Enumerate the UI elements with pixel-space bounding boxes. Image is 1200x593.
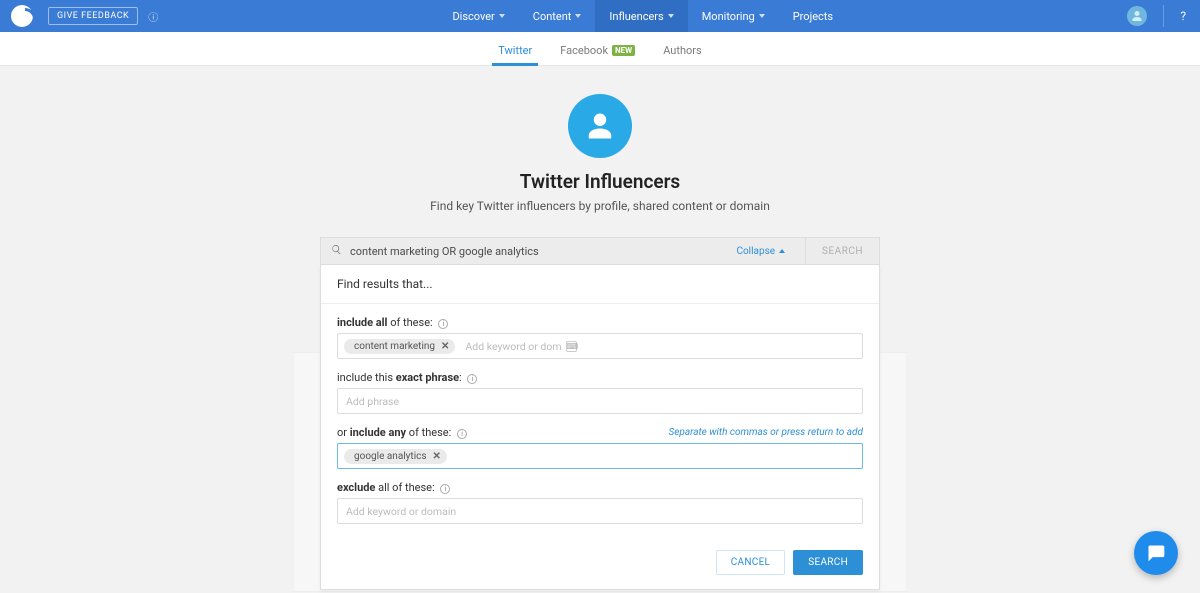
page-title: Twitter Influencers [0,170,1200,193]
keyboard-icon: ⌨ [566,341,577,352]
tag: content marketing✕ [344,339,455,354]
builder-heading: Find results that... [321,265,879,304]
search-icon [331,244,342,258]
nav-monitoring[interactable]: Monitoring [688,0,779,32]
hero-user-icon [568,94,632,158]
chevron-down-icon [759,14,765,18]
cancel-button[interactable]: CANCEL [716,550,786,575]
field-exclude: exclude all of these: i [337,481,863,524]
include-any-input[interactable]: google analytics✕ [337,443,863,469]
info-icon[interactable]: i [467,374,477,384]
include-all-label: include all of these: i [337,316,448,329]
remove-tag-icon[interactable]: ✕ [433,451,441,462]
include-any-hint: Separate with commas or press return to … [668,427,863,438]
give-feedback-button[interactable]: GIVE FEEDBACK [48,7,138,25]
topbar-right: ? [1127,5,1192,27]
chevron-down-icon [668,14,674,18]
info-icon[interactable]: i [457,429,467,439]
help-link[interactable]: ? [1180,9,1186,23]
search-button[interactable]: SEARCH [793,550,863,575]
include-any-label: or include any of these: i [337,426,467,439]
nav-content[interactable]: Content [519,0,596,32]
chat-icon [1146,543,1166,563]
collapse-toggle[interactable]: Collapse [736,246,795,257]
info-icon[interactable]: i [438,319,448,329]
subtab-authors[interactable]: Authors [649,44,716,65]
exact-phrase-label: include this exact phrase: i [337,371,477,384]
search-input-wrap[interactable]: content marketing OR google analytics Co… [321,238,805,264]
include-all-placeholder: Add keyword or dom ⌨ [461,340,576,353]
tag: google analytics✕ [344,449,447,464]
exclude-label: exclude all of these: i [337,481,450,494]
logo-icon[interactable] [6,0,38,32]
primary-nav: DiscoverContentInfluencersMonitoringProj… [438,0,847,32]
page-subtitle: Find key Twitter influencers by profile,… [0,199,1200,213]
divider [1163,5,1164,27]
remove-tag-icon[interactable]: ✕ [441,341,449,352]
search-query-display: content marketing OR google analytics [350,245,728,258]
topbar-left: GIVE FEEDBACK ⓘ [6,0,158,32]
nav-discover[interactable]: Discover [438,0,518,32]
field-exact-phrase: include this exact phrase: i [337,371,863,414]
user-avatar[interactable] [1127,6,1147,26]
builder-footer: CANCEL SEARCH [321,540,879,589]
info-icon[interactable]: i [440,484,450,494]
search-button-top[interactable]: SEARCH [805,238,879,264]
exclude-input[interactable] [337,498,863,524]
field-include-any: or include any of these: i Separate with… [337,426,863,469]
field-include-all: include all of these: i content marketin… [337,316,863,359]
chat-fab[interactable] [1134,531,1178,575]
nav-influencers[interactable]: Influencers [595,0,687,32]
query-builder: Find results that... include all of thes… [320,265,880,590]
search-bar: content marketing OR google analytics Co… [320,237,880,265]
sub-tabs: TwitterFacebookNEWAuthors [0,32,1200,66]
top-nav-bar: GIVE FEEDBACK ⓘ DiscoverContentInfluence… [0,0,1200,32]
include-all-input[interactable]: content marketing✕ Add keyword or dom ⌨ [337,333,863,359]
exact-phrase-input[interactable] [337,388,863,414]
chevron-down-icon [575,14,581,18]
new-badge: NEW [612,45,635,56]
search-panel: content marketing OR google analytics Co… [320,237,880,590]
info-icon[interactable]: ⓘ [148,9,158,24]
chevron-down-icon [499,14,505,18]
subtab-facebook[interactable]: FacebookNEW [546,44,649,65]
hero: Twitter Influencers Find key Twitter inf… [0,66,1200,227]
chevron-up-icon [779,249,785,253]
subtab-twitter[interactable]: Twitter [484,44,546,65]
collapse-label: Collapse [736,246,775,257]
nav-projects[interactable]: Projects [779,0,847,32]
